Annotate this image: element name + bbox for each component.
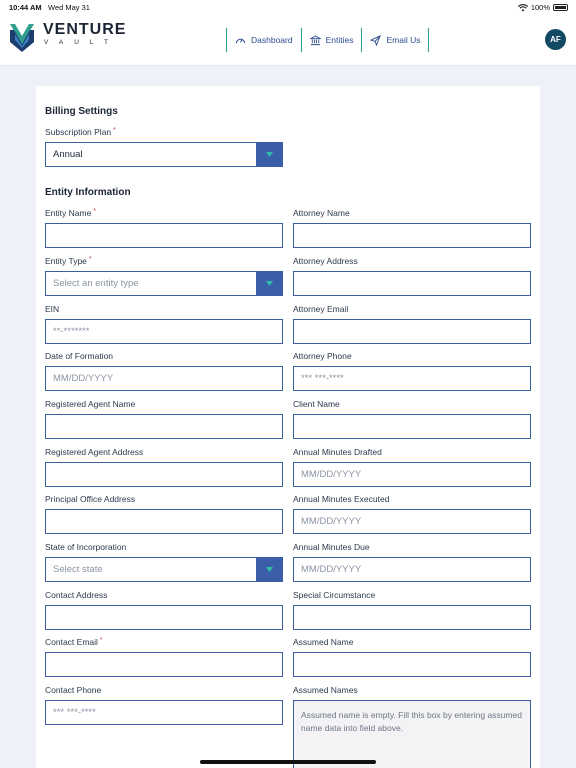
attorney-phone-input[interactable]: *** ***-**** xyxy=(293,366,531,391)
ein-label: EIN xyxy=(45,304,60,314)
state-placeholder: Select state xyxy=(53,564,103,575)
home-indicator xyxy=(200,760,376,764)
nav-dashboard-label: Dashboard xyxy=(251,35,293,45)
brand-name: VENTURE xyxy=(43,21,127,38)
top-navigation: VENTURE VAULT Dashboard Entities Email U… xyxy=(0,14,576,66)
annual-minutes-due-label: Annual Minutes Due xyxy=(293,542,370,552)
state-dropdown-button[interactable] xyxy=(256,557,283,582)
entity-name-label-text: Entity Name xyxy=(45,208,92,218)
principal-office-address-input[interactable] xyxy=(45,509,283,534)
contact-phone-input[interactable]: *** ***-**** xyxy=(45,700,283,725)
subscription-plan-value: Annual xyxy=(53,149,83,160)
contact-email-label-text: Contact Email xyxy=(45,637,98,647)
ein-placeholder: **-******* xyxy=(53,326,90,337)
gauge-icon xyxy=(235,38,246,43)
entity-type-label: Entity Type * xyxy=(45,256,92,266)
annual-minutes-due-placeholder: MM/DD/YYYY xyxy=(301,564,362,575)
state-of-incorporation-select[interactable]: Select state xyxy=(45,557,283,582)
nav-links: Dashboard Entities Email Us xyxy=(226,28,430,52)
attorney-address-input[interactable] xyxy=(293,271,531,296)
contact-address-label: Contact Address xyxy=(45,590,108,600)
annual-minutes-due-input[interactable]: MM/DD/YYYY xyxy=(293,557,531,582)
venture-vault-logo-icon[interactable] xyxy=(10,22,34,52)
special-circumstance-label: Special Circumstance xyxy=(293,590,376,600)
attorney-phone-label: Attorney Phone xyxy=(293,351,352,361)
special-circumstance-input[interactable] xyxy=(293,605,531,630)
entity-information-title: Entity Information xyxy=(45,187,131,198)
attorney-phone-placeholder: *** ***-**** xyxy=(301,373,344,384)
contact-email-label: Contact Email * xyxy=(45,637,103,647)
bank-icon xyxy=(309,34,321,45)
chevron-down-icon xyxy=(266,281,273,286)
nav-email-us[interactable]: Email Us xyxy=(362,28,430,52)
status-right: 100% xyxy=(517,3,568,12)
subscription-plan-label: Subscription Plan * xyxy=(45,127,116,137)
contact-email-input[interactable] xyxy=(45,652,283,677)
subscription-plan-dropdown-button[interactable] xyxy=(256,142,283,167)
ein-input[interactable]: **-******* xyxy=(45,319,283,344)
entity-type-dropdown-button[interactable] xyxy=(256,271,283,296)
wifi-icon xyxy=(517,3,528,11)
state-of-incorporation-label: State of Incorporation xyxy=(45,542,127,552)
annual-minutes-drafted-input[interactable]: MM/DD/YYYY xyxy=(293,462,531,487)
subscription-plan-select[interactable]: Annual xyxy=(45,142,283,167)
annual-minutes-drafted-label: Annual Minutes Drafted xyxy=(293,447,382,457)
annual-minutes-executed-placeholder: MM/DD/YYYY xyxy=(301,516,362,527)
send-icon xyxy=(370,34,382,46)
brand-subtitle: VAULT xyxy=(44,39,119,46)
billing-settings-title: Billing Settings xyxy=(45,106,118,117)
assumed-name-label: Assumed Name xyxy=(293,637,354,647)
attorney-email-label: Attorney Email xyxy=(293,304,349,314)
entity-type-select[interactable]: Select an entity type xyxy=(45,271,283,296)
assumed-names-label: Assumed Names xyxy=(293,685,358,695)
client-name-input[interactable] xyxy=(293,414,531,439)
status-time: 10:44 AM xyxy=(9,3,42,12)
required-marker: * xyxy=(99,637,103,644)
required-marker: * xyxy=(113,127,116,134)
registered-agent-address-label: Registered Agent Address xyxy=(45,447,144,457)
required-marker: * xyxy=(88,256,92,263)
contact-address-input[interactable] xyxy=(45,605,283,630)
client-name-label: Client Name xyxy=(293,399,340,409)
assumed-names-textarea[interactable]: Assumed name is empty. Fill this box by … xyxy=(293,700,531,768)
nav-entities-label: Entities xyxy=(325,35,354,45)
attorney-email-input[interactable] xyxy=(293,319,531,344)
status-date: Wed May 31 xyxy=(48,3,90,12)
attorney-name-input[interactable] xyxy=(293,223,531,248)
battery-percent: 100% xyxy=(530,3,550,12)
contact-phone-placeholder: *** ***-**** xyxy=(53,707,96,718)
date-of-formation-label: Date of Formation xyxy=(45,351,114,361)
registered-agent-name-label: Registered Agent Name xyxy=(45,399,136,409)
entity-name-input[interactable] xyxy=(45,223,283,248)
entity-type-label-text: Entity Type xyxy=(45,256,87,266)
date-of-formation-placeholder: MM/DD/YYYY xyxy=(53,373,114,384)
subscription-plan-label-text: Subscription Plan xyxy=(45,127,112,137)
annual-minutes-executed-label: Annual Minutes Executed xyxy=(293,494,390,504)
annual-minutes-drafted-placeholder: MM/DD/YYYY xyxy=(301,469,362,480)
date-of-formation-input[interactable]: MM/DD/YYYY xyxy=(45,366,283,391)
attorney-name-label: Attorney Name xyxy=(293,208,350,218)
assumed-name-input[interactable] xyxy=(293,652,531,677)
contact-phone-label: Contact Phone xyxy=(45,685,102,695)
annual-minutes-executed-input[interactable]: MM/DD/YYYY xyxy=(293,509,531,534)
attorney-address-label: Attorney Address xyxy=(293,256,358,266)
chevron-down-icon xyxy=(266,152,273,157)
principal-office-address-label: Principal Office Address xyxy=(45,494,136,504)
registered-agent-name-input[interactable] xyxy=(45,414,283,439)
registered-agent-address-input[interactable] xyxy=(45,462,283,487)
battery-icon xyxy=(553,4,568,11)
nav-dashboard[interactable]: Dashboard xyxy=(227,28,302,52)
nav-email-us-label: Email Us xyxy=(386,35,421,45)
nav-entities[interactable]: Entities xyxy=(302,28,363,52)
user-avatar[interactable]: AF xyxy=(545,29,566,50)
entity-type-placeholder: Select an entity type xyxy=(53,278,139,289)
required-marker: * xyxy=(93,208,97,215)
status-bar: 10:44 AM Wed May 31 100% xyxy=(0,0,576,14)
entity-form-card: Billing Settings Subscription Plan * Annu… xyxy=(36,86,540,768)
entity-name-label: Entity Name * xyxy=(45,208,96,218)
chevron-down-icon xyxy=(266,567,273,572)
